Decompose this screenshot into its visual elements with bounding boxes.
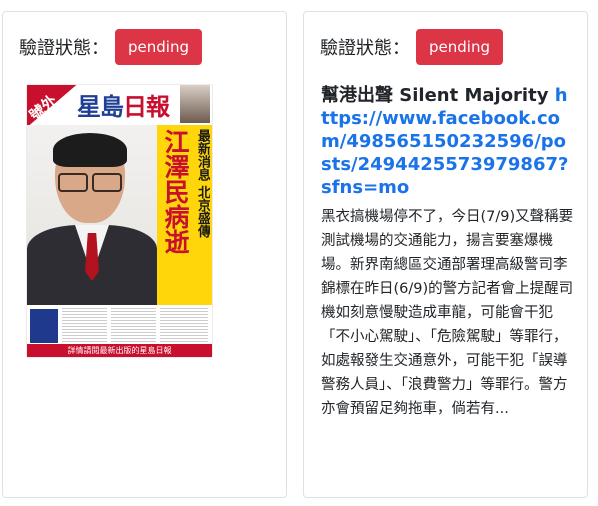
status-label: 驗證狀態： [320,38,410,59]
fact-check-card-left: 驗證狀態： pending 號外 星島日報 江澤民病逝 最新消息 北京盛傳 詳情… [2,11,287,498]
newspaper-article-columns [27,305,212,345]
status-badge[interactable]: pending [115,29,202,65]
article-column [62,308,107,344]
fact-check-card-right: 驗證狀態： pending 幫港出聲 Silent Majority https… [303,11,588,498]
portrait-photo [27,125,157,305]
headline-main: 江澤民病逝 [161,129,189,254]
post-body: 黑衣搞機場停不了，今日(7/9)又聲稱要測試機場的交通能力，揚言要塞爆機場。新界… [321,209,574,417]
newspaper-masthead: 號外 星島日報 [27,85,212,129]
headline-side: 最新消息 北京盛傳 [195,129,210,238]
masthead-red-text: 日報 [123,93,170,121]
status-row: 驗證狀態： pending [19,29,202,65]
portrait-glasses [58,173,122,192]
masthead-photo [180,85,210,123]
masthead-title: 星島日報 [77,87,170,122]
portrait-hair [53,133,127,167]
newspaper-image[interactable]: 號外 星島日報 江澤民病逝 最新消息 北京盛傳 詳情請閱最新出版的星島日報 [27,85,212,357]
article-column [111,308,156,344]
newspaper-footer: 詳情請閱最新出版的星島日報 [27,344,212,357]
status-label: 驗證狀態： [19,38,109,59]
headline-panel: 江澤民病逝 最新消息 北京盛傳 [157,125,212,305]
status-row: 驗證狀態： pending [320,29,503,65]
status-badge[interactable]: pending [416,29,503,65]
article-column [160,308,208,344]
post-title: 幫港出聲 Silent Majority https://www.faceboo… [321,84,575,199]
masthead-blue-text: 星島 [77,93,124,121]
article-thumbnail [30,309,58,343]
post-source: 幫港出聲 Silent Majority [321,85,555,106]
